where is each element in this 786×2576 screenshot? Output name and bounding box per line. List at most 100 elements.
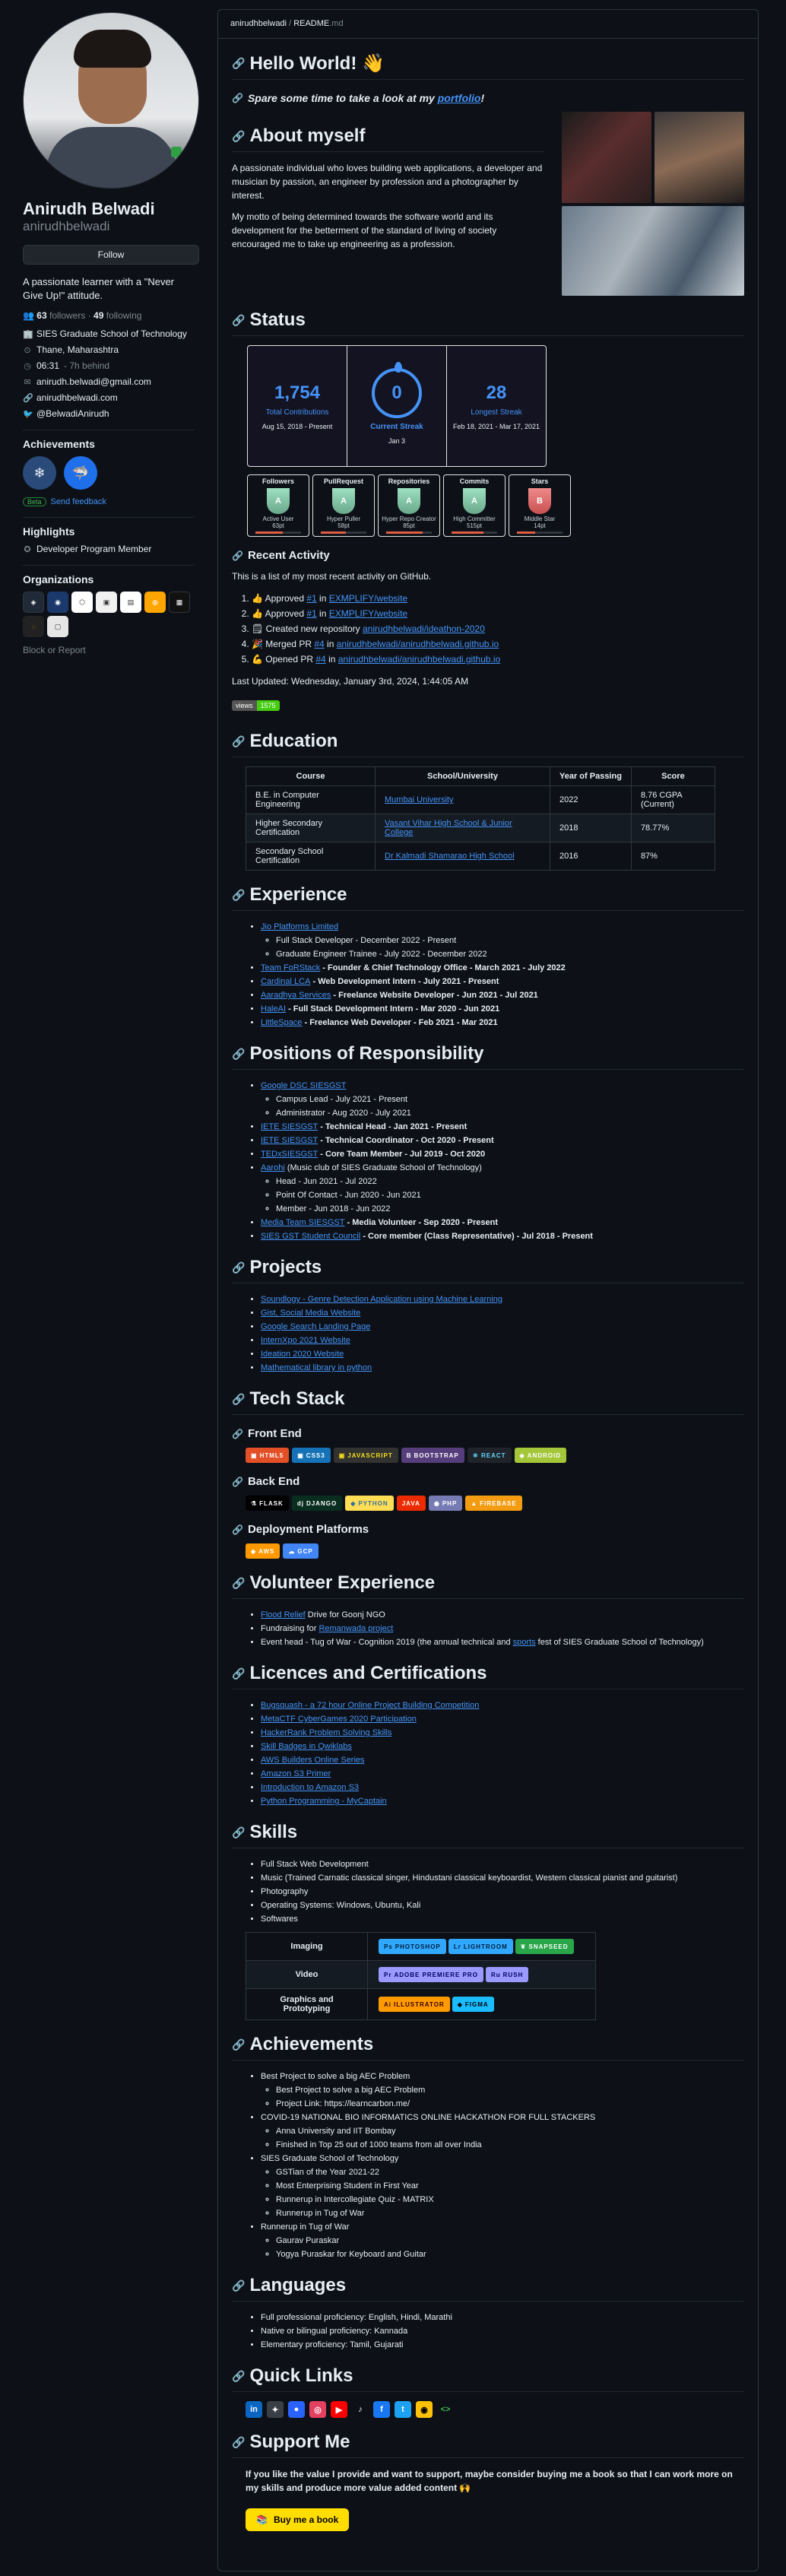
org-link[interactable]: TEDxSIESGST: [261, 1150, 318, 1159]
pr-link[interactable]: #1: [306, 608, 316, 619]
school-link[interactable]: Vasant Vihar High School & Junior Colleg…: [385, 819, 512, 837]
twitter-link[interactable]: @BelwadiAnirudh: [36, 408, 109, 419]
following-label[interactable]: following: [106, 310, 142, 321]
org-logo[interactable]: ◌: [23, 616, 44, 637]
email-link[interactable]: anirudh.belwadi@gmail.com: [36, 376, 151, 387]
pull-shark-achievement-icon[interactable]: 🦈: [64, 456, 97, 490]
anchor-link-icon[interactable]: 🔗: [232, 2436, 245, 2449]
org-link[interactable]: SIES GST Student Council: [261, 1232, 360, 1241]
org-link[interactable]: Google DSC SIESGST: [261, 1081, 347, 1090]
avatar[interactable]: [23, 12, 199, 189]
org-link[interactable]: Aaradhya Services: [261, 991, 331, 1000]
org-link[interactable]: Team FoRStack: [261, 963, 320, 972]
repo-link[interactable]: anirudhbelwadi/ideathon-2020: [363, 623, 485, 634]
code-icon[interactable]: <>: [437, 2401, 454, 2418]
certificate-link[interactable]: AWS Builders Online Series: [261, 1756, 365, 1765]
volunteer-text: Event head - Tug of War - Cognition 2019…: [261, 1638, 513, 1647]
school-link[interactable]: Mumbai University: [385, 795, 453, 804]
org-link[interactable]: IETE SIESGST: [261, 1136, 318, 1145]
anchor-link-icon[interactable]: 🔗: [232, 1393, 245, 1406]
volunteer-link[interactable]: Flood Relief: [261, 1610, 306, 1620]
pr-link[interactable]: #1: [306, 593, 316, 604]
portfolio-link[interactable]: portfolio: [438, 92, 481, 104]
anchor-link-icon[interactable]: 🔗: [232, 1261, 245, 1274]
medium-icon[interactable]: ◉: [416, 2401, 433, 2418]
certificate-link[interactable]: Skill Badges in Qwiklabs: [261, 1742, 352, 1751]
path-user[interactable]: anirudhbelwadi: [230, 19, 287, 28]
anchor-link-icon[interactable]: 🔗: [232, 735, 245, 748]
anchor-link-icon[interactable]: 🔗: [232, 1667, 245, 1680]
badge-icon[interactable]: ✦: [267, 2401, 284, 2418]
org-logo[interactable]: ◈: [23, 592, 44, 613]
project-link[interactable]: Mathematical library in python: [261, 1363, 372, 1372]
repo-link[interactable]: EXMPLIFY/website: [329, 608, 407, 619]
facebook-icon[interactable]: f: [373, 2401, 390, 2418]
following-count[interactable]: 49: [93, 310, 103, 321]
anchor-link-icon[interactable]: 🔗: [232, 1826, 245, 1839]
org-link[interactable]: Jio Platforms Limited: [261, 922, 338, 931]
org-logo[interactable]: ▢: [47, 616, 68, 637]
anchor-link-icon[interactable]: 🔗: [232, 2038, 245, 2051]
project-link[interactable]: InternXpo 2021 Website: [261, 1336, 350, 1345]
instagram-icon[interactable]: ◎: [309, 2401, 326, 2418]
org-logo[interactable]: ▦: [169, 592, 190, 613]
anchor-link-icon[interactable]: 🔗: [232, 1429, 243, 1439]
anchor-link-icon[interactable]: 🔗: [232, 889, 245, 902]
org-link[interactable]: HaleAI: [261, 1004, 286, 1014]
project-link[interactable]: Ideation 2020 Website: [261, 1350, 344, 1359]
send-feedback-link[interactable]: Send feedback: [51, 497, 106, 506]
anchor-link-icon[interactable]: 🔗: [232, 2279, 245, 2292]
backend-title: Back End: [247, 1475, 300, 1488]
org-link[interactable]: Aarohi: [261, 1163, 285, 1172]
org-link[interactable]: Cardinal LCA: [261, 977, 310, 986]
anchor-link-icon[interactable]: 🔗: [232, 550, 243, 561]
repo-link[interactable]: EXMPLIFY/website: [329, 593, 407, 604]
project-link[interactable]: Google Search Landing Page: [261, 1322, 370, 1331]
certificate-link[interactable]: Bugsquash - a 72 hour Online Project Bui…: [261, 1701, 479, 1710]
block-report-link[interactable]: Block or Report: [23, 645, 195, 655]
twitter-icon[interactable]: t: [395, 2401, 411, 2418]
pr-link[interactable]: #4: [315, 654, 325, 665]
org-link[interactable]: LittleSpace: [261, 1018, 302, 1027]
pr-link[interactable]: #4: [314, 639, 324, 649]
org-logo[interactable]: ▣: [96, 592, 117, 613]
arctic-vault-achievement-icon[interactable]: ❄: [23, 456, 56, 490]
anchor-link-icon[interactable]: 🔗: [232, 1577, 245, 1590]
anchor-link-icon[interactable]: 🔗: [232, 93, 243, 103]
volunteer-link[interactable]: sports: [513, 1638, 536, 1647]
org-logo[interactable]: ◍: [144, 592, 166, 613]
repo-link[interactable]: anirudhbelwadi/anirudhbelwadi.github.io: [338, 654, 501, 665]
follow-button[interactable]: Follow: [23, 245, 199, 265]
org-logo[interactable]: ⬡: [71, 592, 93, 613]
anchor-link-icon[interactable]: 🔗: [232, 130, 245, 143]
music-icon[interactable]: ♪: [352, 2401, 369, 2418]
anchor-link-icon[interactable]: 🔗: [232, 57, 245, 70]
followers-count[interactable]: 63: [36, 310, 46, 321]
school-link[interactable]: Dr Kalmadi Shamarao High School: [385, 852, 515, 861]
frontend-heading: 🔗 Front End: [232, 1427, 744, 1440]
website-link[interactable]: anirudhbelwadi.com: [36, 392, 118, 403]
project-link[interactable]: Gist, Social Media Website: [261, 1309, 360, 1318]
org-logo[interactable]: ◉: [47, 592, 68, 613]
youtube-icon[interactable]: ▶: [331, 2401, 347, 2418]
certificate-link[interactable]: Amazon S3 Primer: [261, 1769, 331, 1778]
certificate-link[interactable]: Python Programming - MyCaptain: [261, 1797, 387, 1806]
anchor-link-icon[interactable]: 🔗: [232, 1524, 243, 1535]
org-link[interactable]: IETE SIESGST: [261, 1122, 318, 1131]
buy-book-button[interactable]: 📚 Buy me a book: [246, 2508, 350, 2531]
anchor-link-icon[interactable]: 🔗: [232, 314, 245, 327]
volunteer-link[interactable]: Remanwada project: [319, 1624, 393, 1633]
anchor-link-icon[interactable]: 🔗: [232, 1477, 243, 1487]
certificate-link[interactable]: Introduction to Amazon S3: [261, 1783, 359, 1792]
certificate-link[interactable]: HackerRank Problem Solving Skills: [261, 1728, 391, 1737]
anchor-link-icon[interactable]: 🔗: [232, 1048, 245, 1061]
repo-link[interactable]: anirudhbelwadi/anirudhbelwadi.github.io: [337, 639, 499, 649]
followers-label[interactable]: followers: [49, 310, 85, 321]
project-link[interactable]: Soundlogy - Genre Detection Application …: [261, 1295, 502, 1304]
hashnode-icon[interactable]: ●: [288, 2401, 305, 2418]
org-logo[interactable]: ▤: [120, 592, 141, 613]
org-link[interactable]: Media Team SIESGST: [261, 1218, 344, 1227]
certificate-link[interactable]: MetaCTF CyberGames 2020 Participation: [261, 1715, 417, 1724]
anchor-link-icon[interactable]: 🔗: [232, 2370, 245, 2383]
linkedin-icon[interactable]: in: [246, 2401, 262, 2418]
